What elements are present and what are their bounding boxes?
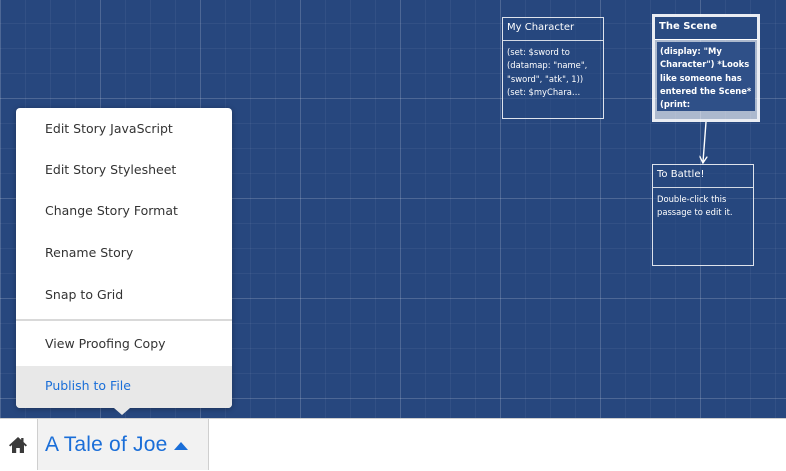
menu-item-label: Publish to File [45,378,131,393]
menu-item-label: Edit Story Stylesheet [45,162,177,177]
story-map-canvas[interactable]: My Character (set: $sword to (datamap: "… [0,0,786,418]
menu-item-change-story-format[interactable]: Change Story Format [16,190,232,232]
menu-pointer-caret [114,408,130,415]
menu-item-publish-to-file[interactable]: Publish to File [16,366,232,408]
menu-item-edit-story-javascript[interactable]: Edit Story JavaScript [16,108,232,149]
passage-title: My Character [503,18,603,41]
story-title-menu-button[interactable]: A Tale of Joe [37,419,209,470]
passage-excerpt: (display: "My Character") *Looks like so… [657,42,755,111]
passage-title: The Scene [655,17,757,40]
home-button[interactable] [0,419,36,471]
link-arrow-scene-to-battle [703,121,706,162]
passage-title: To Battle! [653,165,753,188]
caret-up-icon [174,441,189,450]
menu-item-label: Rename Story [45,245,134,260]
bottom-toolbar: A Tale of Joe [0,418,786,471]
passage-card-to-battle[interactable]: To Battle! Double-click this passage to … [652,164,754,266]
menu-item-label: Change Story Format [45,203,178,218]
passage-excerpt: Double-click this passage to edit it. [657,194,733,218]
menu-item-label: Edit Story JavaScript [45,121,173,136]
menu-item-view-proofing-copy[interactable]: View Proofing Copy [16,321,232,366]
menu-item-label: Snap to Grid [45,287,124,302]
passage-excerpt: (set: $sword to (datamap: "name", "sword… [507,47,588,97]
home-icon [9,437,27,453]
story-menu-dropdown: Edit Story JavaScript Edit Story Stylesh… [16,108,232,415]
menu-item-snap-to-grid[interactable]: Snap to Grid [16,273,232,316]
passage-card-my-character[interactable]: My Character (set: $sword to (datamap: "… [502,17,604,119]
menu-item-edit-story-stylesheet[interactable]: Edit Story Stylesheet [16,149,232,190]
passage-card-the-scene[interactable]: The Scene (display: "My Character") *Loo… [652,14,760,122]
menu-item-label: View Proofing Copy [45,336,166,351]
menu-item-rename-story[interactable]: Rename Story [16,232,232,273]
story-title: A Tale of Joe [45,432,168,456]
